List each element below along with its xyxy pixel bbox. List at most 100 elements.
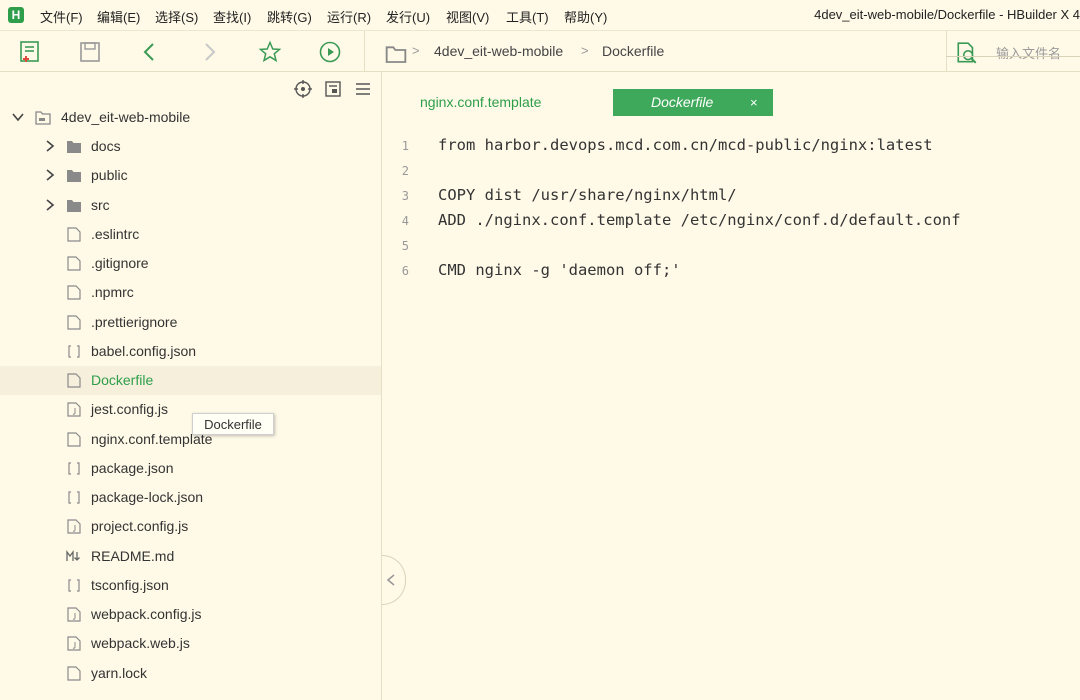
tree-file[interactable]: yarn.lock bbox=[0, 659, 381, 688]
close-icon[interactable]: × bbox=[750, 89, 758, 116]
breadcrumb-file[interactable]: Dockerfile bbox=[602, 43, 664, 59]
menu-icon[interactable] bbox=[354, 80, 372, 98]
tree-item-label: .npmrc bbox=[91, 284, 134, 301]
tree-file[interactable]: .eslintrc bbox=[0, 220, 381, 249]
tree-item-label: Dockerfile bbox=[91, 372, 154, 388]
tree-file[interactable]: babel.config.json bbox=[0, 337, 381, 366]
tree-file[interactable]: .prettierignore bbox=[0, 308, 381, 337]
chevron-right-icon[interactable] bbox=[43, 168, 57, 182]
code-editor[interactable]: 1 from harbor.devops.mcd.com.cn/mcd-publi… bbox=[383, 130, 1080, 700]
run-icon[interactable] bbox=[318, 40, 342, 64]
js-file-icon bbox=[67, 402, 81, 417]
favorite-star-icon[interactable] bbox=[258, 40, 282, 64]
toolbar-divider bbox=[364, 31, 365, 71]
code-line[interactable]: ADD ./nginx.conf.template /etc/nginx/con… bbox=[438, 211, 961, 229]
tree-file[interactable]: tsconfig.json bbox=[0, 571, 381, 600]
search-underline bbox=[946, 56, 1080, 57]
tree-file[interactable]: webpack.config.js bbox=[0, 600, 381, 629]
menu-select[interactable]: 选择(S) bbox=[155, 7, 198, 26]
tree-file[interactable]: nginx.conf.template bbox=[0, 425, 381, 454]
tab-dockerfile[interactable]: Dockerfile × bbox=[613, 89, 773, 116]
chevron-down-icon[interactable] bbox=[11, 110, 25, 124]
menu-goto[interactable]: 跳转(G) bbox=[267, 7, 312, 26]
tree-item-label: README.md bbox=[91, 547, 175, 564]
tab-nginx-conf-template[interactable]: nginx.conf.template bbox=[420, 89, 541, 116]
project-sidebar: 4dev_eit-web-mobile docs public src .eslint… bbox=[0, 72, 382, 700]
folder-icon bbox=[67, 141, 81, 153]
json-file-icon bbox=[68, 462, 80, 475]
tree-root[interactable]: 4dev_eit-web-mobile bbox=[0, 103, 381, 132]
tree-file[interactable]: .gitignore bbox=[0, 249, 381, 278]
hbuilder-logo-icon: H bbox=[8, 7, 24, 23]
tree-item-label: package-lock.json bbox=[91, 489, 204, 505]
folder-icon bbox=[384, 42, 407, 63]
tree-folder[interactable]: src bbox=[0, 191, 381, 220]
collapse-all-icon[interactable] bbox=[324, 80, 342, 98]
js-file-icon bbox=[67, 607, 81, 622]
tree-folder[interactable]: docs bbox=[0, 132, 381, 161]
line-number: 4 bbox=[401, 214, 409, 228]
folder-icon bbox=[67, 170, 81, 183]
chevron-right-icon: > bbox=[581, 43, 589, 58]
tree-item-label: babel.config.json bbox=[91, 342, 197, 359]
menu-run[interactable]: 运行(R) bbox=[327, 7, 371, 26]
file-icon bbox=[67, 256, 81, 271]
menu-help[interactable]: 帮助(Y) bbox=[564, 7, 607, 26]
file-icon bbox=[67, 373, 81, 388]
json-file-icon bbox=[68, 345, 80, 358]
locate-icon[interactable] bbox=[294, 80, 312, 98]
tab-label: Dockerfile bbox=[651, 94, 714, 110]
file-icon bbox=[67, 314, 81, 330]
tree-folder[interactable]: public bbox=[0, 161, 381, 190]
chevron-right-icon[interactable] bbox=[43, 198, 57, 212]
tree-item-label: webpack.config.js bbox=[91, 606, 202, 622]
chevron-right-icon[interactable] bbox=[43, 139, 57, 153]
tree-item-label: .prettierignore bbox=[91, 313, 178, 330]
menu-publish[interactable]: 发行(U) bbox=[386, 7, 430, 26]
tree-item-label: public bbox=[91, 167, 128, 184]
tree-item-label: .eslintrc bbox=[91, 225, 140, 242]
tree-item-label: webpack.web.js bbox=[91, 635, 190, 652]
line-number: 1 bbox=[401, 139, 409, 153]
forward-icon[interactable] bbox=[197, 40, 221, 64]
json-file-icon bbox=[68, 491, 80, 504]
menu-tools[interactable]: 工具(T) bbox=[506, 7, 549, 26]
file-search-input[interactable]: 输入文件名 bbox=[996, 43, 1061, 62]
tree-file[interactable]: Dockerfile bbox=[0, 366, 381, 395]
code-line[interactable]: from harbor.devops.mcd.com.cn/mcd-public… bbox=[438, 136, 933, 154]
tree-item-label: docs bbox=[91, 138, 121, 154]
save-icon[interactable] bbox=[78, 40, 102, 64]
new-file-icon[interactable] bbox=[18, 40, 42, 64]
code-line[interactable]: COPY dist /usr/share/nginx/html/ bbox=[438, 186, 737, 204]
menu-file[interactable]: 文件(F) bbox=[40, 7, 83, 26]
menu-edit[interactable]: 编辑(E) bbox=[97, 7, 140, 26]
chevron-right-icon: > bbox=[412, 43, 420, 58]
tree-file[interactable]: project.config.js bbox=[0, 512, 381, 541]
tree-file[interactable]: .npmrc bbox=[0, 278, 381, 307]
tooltip: Dockerfile bbox=[192, 413, 274, 435]
code-line[interactable]: CMD nginx -g 'daemon off;' bbox=[438, 261, 681, 279]
tree-root-label: 4dev_eit-web-mobile bbox=[61, 109, 191, 125]
toolbar-divider bbox=[946, 31, 947, 71]
file-search-icon[interactable] bbox=[955, 41, 977, 64]
folder-icon bbox=[67, 199, 81, 212]
menu-bar: H 文件(F) 编辑(E) 选择(S) 查找(I) 跳转(G) 运行(R) 发行… bbox=[0, 0, 1080, 31]
menu-find[interactable]: 查找(I) bbox=[213, 7, 251, 26]
tree-file[interactable]: package.json bbox=[0, 454, 381, 483]
project-folder-icon bbox=[35, 111, 51, 125]
menu-view[interactable]: 视图(V) bbox=[446, 7, 489, 26]
toolbar: > 4dev_eit-web-mobile > Dockerfile 输入文件名 bbox=[0, 31, 1080, 72]
line-number: 2 bbox=[401, 164, 409, 178]
tree-item-label: tsconfig.json bbox=[91, 576, 169, 593]
json-file-icon bbox=[68, 579, 80, 592]
line-number: 3 bbox=[401, 189, 409, 203]
tree-file[interactable]: package-lock.json bbox=[0, 483, 381, 512]
breadcrumb-project[interactable]: 4dev_eit-web-mobile bbox=[434, 43, 563, 59]
tree-file[interactable]: webpack.web.js bbox=[0, 629, 381, 658]
tree-item-label: yarn.lock bbox=[91, 664, 148, 681]
markdown-file-icon bbox=[66, 549, 80, 561]
tree-file[interactable]: README.md bbox=[0, 542, 381, 571]
back-icon[interactable] bbox=[138, 40, 162, 64]
tree-file[interactable]: jest.config.js bbox=[0, 395, 381, 424]
file-icon bbox=[67, 285, 81, 300]
